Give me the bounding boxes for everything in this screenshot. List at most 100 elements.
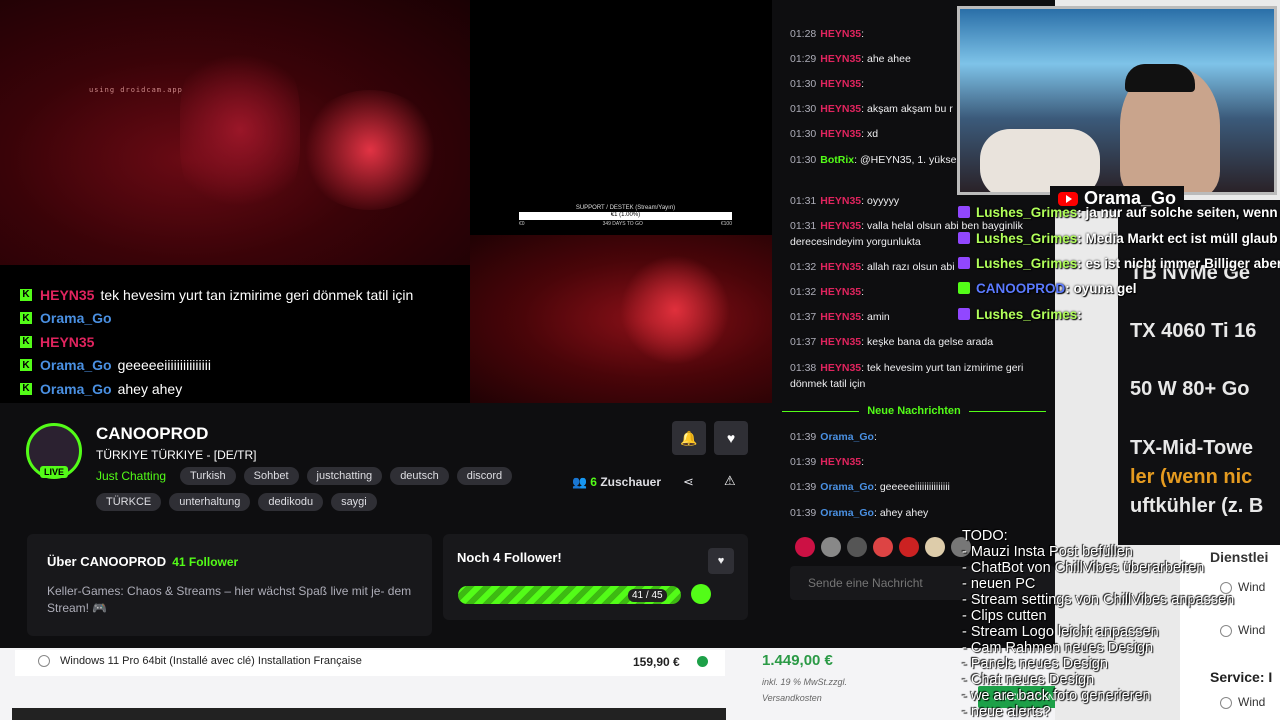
chat-username[interactable]: HEYN35 (820, 456, 861, 468)
report-icon[interactable]: ⚠ (724, 473, 736, 489)
chat-timestamp: 01:32 (790, 286, 817, 298)
overlay-chat-user: Lushes_Grimes (976, 205, 1078, 220)
chat-timestamp: 01:31 (790, 195, 817, 207)
emote-icon[interactable] (899, 537, 919, 557)
tax-label: inkl. 19 % MwSt.zzgl. (762, 677, 848, 687)
todo-item: - Stream settings von ChillVibes anpasse… (962, 592, 1235, 608)
overlay-chat-line: K HEYN35 (20, 330, 470, 354)
chat-username[interactable]: HEYN35 (820, 128, 861, 140)
badge-icon (958, 206, 970, 218)
tag-chip[interactable]: discord (456, 467, 513, 485)
chat-text: amin (866, 311, 890, 323)
video-glow (180, 40, 300, 220)
about-title: Über CANOOPROD (47, 554, 167, 569)
tag-chip[interactable]: Turkish (180, 467, 236, 485)
shop-option-price: 159,90 € (633, 655, 680, 669)
category-link[interactable]: Just Chatting (96, 469, 166, 483)
shop-option[interactable]: Windows 11 Pro 64bit (Installé avec clé)… (38, 655, 362, 667)
chat-username[interactable]: HEYN35 (820, 311, 861, 323)
goal-days: 349 DAYS TO GO (602, 221, 643, 227)
shop-dark-band (12, 708, 726, 720)
chat-text: geeeeeiiiiiiiiiiiiiii (879, 481, 950, 493)
chat-username[interactable]: HEYN35 (820, 336, 861, 348)
emote-icon[interactable] (925, 537, 945, 557)
chat-username[interactable]: HEYN35 (820, 195, 861, 207)
overlay-chat-line: K HEYN35 tek hevesim yurt tan izmirime ger… (20, 283, 470, 307)
tag-chip[interactable]: saygi (331, 493, 377, 511)
chat-username[interactable]: HEYN35 (820, 362, 861, 374)
chat-username[interactable]: HEYN35 (820, 286, 861, 298)
chat-username[interactable]: HEYN35 (820, 220, 861, 232)
spec-line: uftkühler (z. B (1130, 495, 1264, 517)
tag-chip[interactable]: Sohbet (243, 467, 299, 485)
about-panel: Über CANOOPROD 41 Follower Keller-Games: … (27, 534, 432, 636)
chat-text: keşke bana da gelse arada (866, 336, 994, 348)
overlay-chat-message: geeeeeiiiiiiiiiiiiiii (117, 357, 211, 374)
main-video[interactable]: using droidcam.app (0, 0, 470, 265)
goal-progress: €1 (1.00%) (519, 212, 732, 220)
kick-icon: K (20, 359, 32, 372)
chat-message: 01:37 HEYN35: keşke bana da gelse arada (790, 334, 1050, 350)
goal-progress-label: 41 / 45 (628, 589, 667, 602)
chat-username[interactable]: BotRix (820, 154, 854, 166)
frog-icon (691, 584, 711, 604)
tag-chip[interactable]: unterhaltung (169, 493, 251, 511)
users-icon: 👥 (572, 475, 587, 489)
overlay-chat-user: Lushes_Grimes (976, 307, 1078, 322)
spec-line: TX-Mid-Towe (1130, 437, 1253, 459)
tag-chip[interactable]: TÜRKCE (96, 493, 162, 511)
chat-username[interactable]: Orama_Go (820, 481, 874, 493)
shipping-label: Versandkosten (762, 693, 822, 703)
chat-username[interactable]: HEYN35 (820, 261, 861, 273)
chat-username[interactable]: Orama_Go (820, 431, 874, 443)
chat-timestamp: 01:37 (790, 311, 817, 323)
chat-username[interactable]: HEYN35 (820, 28, 861, 40)
chat-username[interactable]: HEYN35 (820, 78, 861, 90)
emote-bar[interactable] (795, 537, 971, 557)
todo-item: - neue alerts? (962, 704, 1051, 720)
chat-message: 01:38 HEYN35: tek hevesim yurt tan izmiri… (790, 360, 1050, 392)
overlay-chat-user: CANOOPROD (976, 281, 1066, 296)
tag-chip[interactable]: dedikodu (258, 493, 324, 511)
emote-icon[interactable] (873, 537, 893, 557)
radio-button[interactable] (38, 655, 50, 667)
chat-username[interactable]: Orama_Go (820, 507, 874, 519)
chat-text: akşam akşam bu r (866, 103, 953, 115)
info-icon[interactable] (697, 656, 708, 667)
heart-icon: ♥ (717, 555, 725, 567)
spec-line: TX 4060 Ti 16 (1130, 320, 1257, 342)
goal-follow-button[interactable]: ♥ (708, 548, 734, 574)
chat-username[interactable]: HEYN35 (820, 103, 861, 115)
emote-icon[interactable] (795, 537, 815, 557)
chat-username[interactable]: HEYN35 (820, 53, 861, 65)
bell-icon: 🔔 (680, 429, 698, 446)
emote-icon[interactable] (847, 537, 867, 557)
chat-timestamp: 01:39 (790, 456, 817, 468)
notification-bell-button[interactable]: 🔔 (672, 421, 706, 455)
todo-item: - Clips cutten (962, 608, 1047, 624)
emote-icon[interactable] (821, 537, 841, 557)
overlay-chat-message: ahey ahey (117, 380, 183, 397)
todo-title: TODO: (962, 528, 1008, 544)
share-icon[interactable]: ⋖ (683, 474, 694, 490)
badge-icon (958, 282, 970, 294)
chat-timestamp: 01:39 (790, 481, 817, 493)
tag-chip[interactable]: deutsch (390, 467, 449, 485)
todo-item: - Stream Logo leicht anpassen (962, 624, 1159, 640)
spec-line: ler (wenn nic (1130, 466, 1253, 488)
follow-button[interactable]: ♥ (714, 421, 748, 455)
channel-name[interactable]: CANOOPROD (96, 424, 208, 444)
service-option-label: Wind (1238, 623, 1266, 637)
overlay-chat: K HEYN35 tek hevesim yurt tan izmirime ger… (0, 265, 470, 403)
overlay-chat-user: Orama_Go (40, 380, 112, 397)
kick-icon: K (20, 288, 32, 301)
chat-timestamp: 01:32 (790, 261, 817, 273)
second-video[interactable] (470, 235, 772, 403)
service-option-label: Wind (1238, 695, 1266, 709)
chat-timestamp: 01:30 (790, 128, 817, 140)
todo-item: - ChatBot von ChillVibes überarbeiten (962, 560, 1205, 576)
video-black-area (470, 0, 772, 235)
tag-chip[interactable]: justchatting (306, 467, 383, 485)
badge-icon (958, 232, 970, 244)
overlay-chat-line: Lushes_Grimes: Media Markt ect ist müll … (958, 231, 1278, 246)
